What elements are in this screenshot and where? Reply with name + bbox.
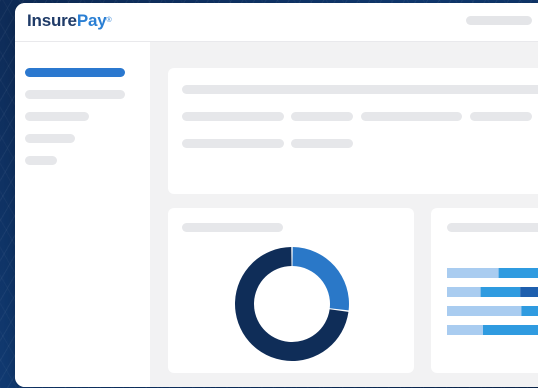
text-placeholder — [361, 112, 462, 121]
bar-segment-row2-series0 — [447, 306, 522, 316]
sidebar-item-placeholder[interactable] — [25, 112, 89, 121]
bar-segment-row1-series0 — [447, 287, 481, 297]
logo-text-pay: Pay — [76, 11, 107, 30]
sidebar-item-placeholder[interactable] — [25, 134, 75, 143]
main-content — [150, 42, 538, 387]
donut-chart-card — [168, 208, 414, 373]
text-placeholder — [182, 112, 284, 121]
summary-title-placeholder — [182, 85, 538, 94]
text-placeholder — [291, 139, 353, 148]
top-bar: InsurePay® — [15, 3, 538, 42]
trademark-symbol: ® — [106, 17, 112, 24]
sidebar — [15, 42, 150, 387]
bar-chart-card — [431, 208, 538, 373]
sidebar-item-placeholder[interactable] — [25, 156, 57, 165]
bar-segment-row1-series1 — [480, 287, 521, 297]
stacked-bar-chart — [447, 268, 538, 335]
top-bar-placeholder[interactable] — [466, 16, 532, 25]
sidebar-item-placeholder[interactable] — [25, 90, 125, 99]
bar-segment-row0-series1 — [498, 268, 538, 278]
donut-chart — [235, 247, 349, 361]
app-window: InsurePay® — [15, 3, 538, 387]
text-placeholder — [291, 112, 353, 121]
text-placeholder — [182, 139, 284, 148]
sidebar-item-active[interactable] — [25, 68, 125, 77]
bar-segment-row3-series0 — [447, 325, 483, 335]
text-placeholder — [470, 112, 532, 121]
summary-card — [168, 68, 538, 194]
donut-slice-0 — [292, 247, 349, 311]
insurepay-logo[interactable]: InsurePay® — [27, 10, 112, 32]
logo-text-insure: Insure — [27, 11, 77, 30]
bar-segment-row2-series1 — [521, 306, 538, 316]
bar-segment-row0-series0 — [447, 268, 499, 278]
bar-segment-row1-series2 — [520, 287, 538, 297]
bar-segment-row3-series1 — [483, 325, 538, 335]
